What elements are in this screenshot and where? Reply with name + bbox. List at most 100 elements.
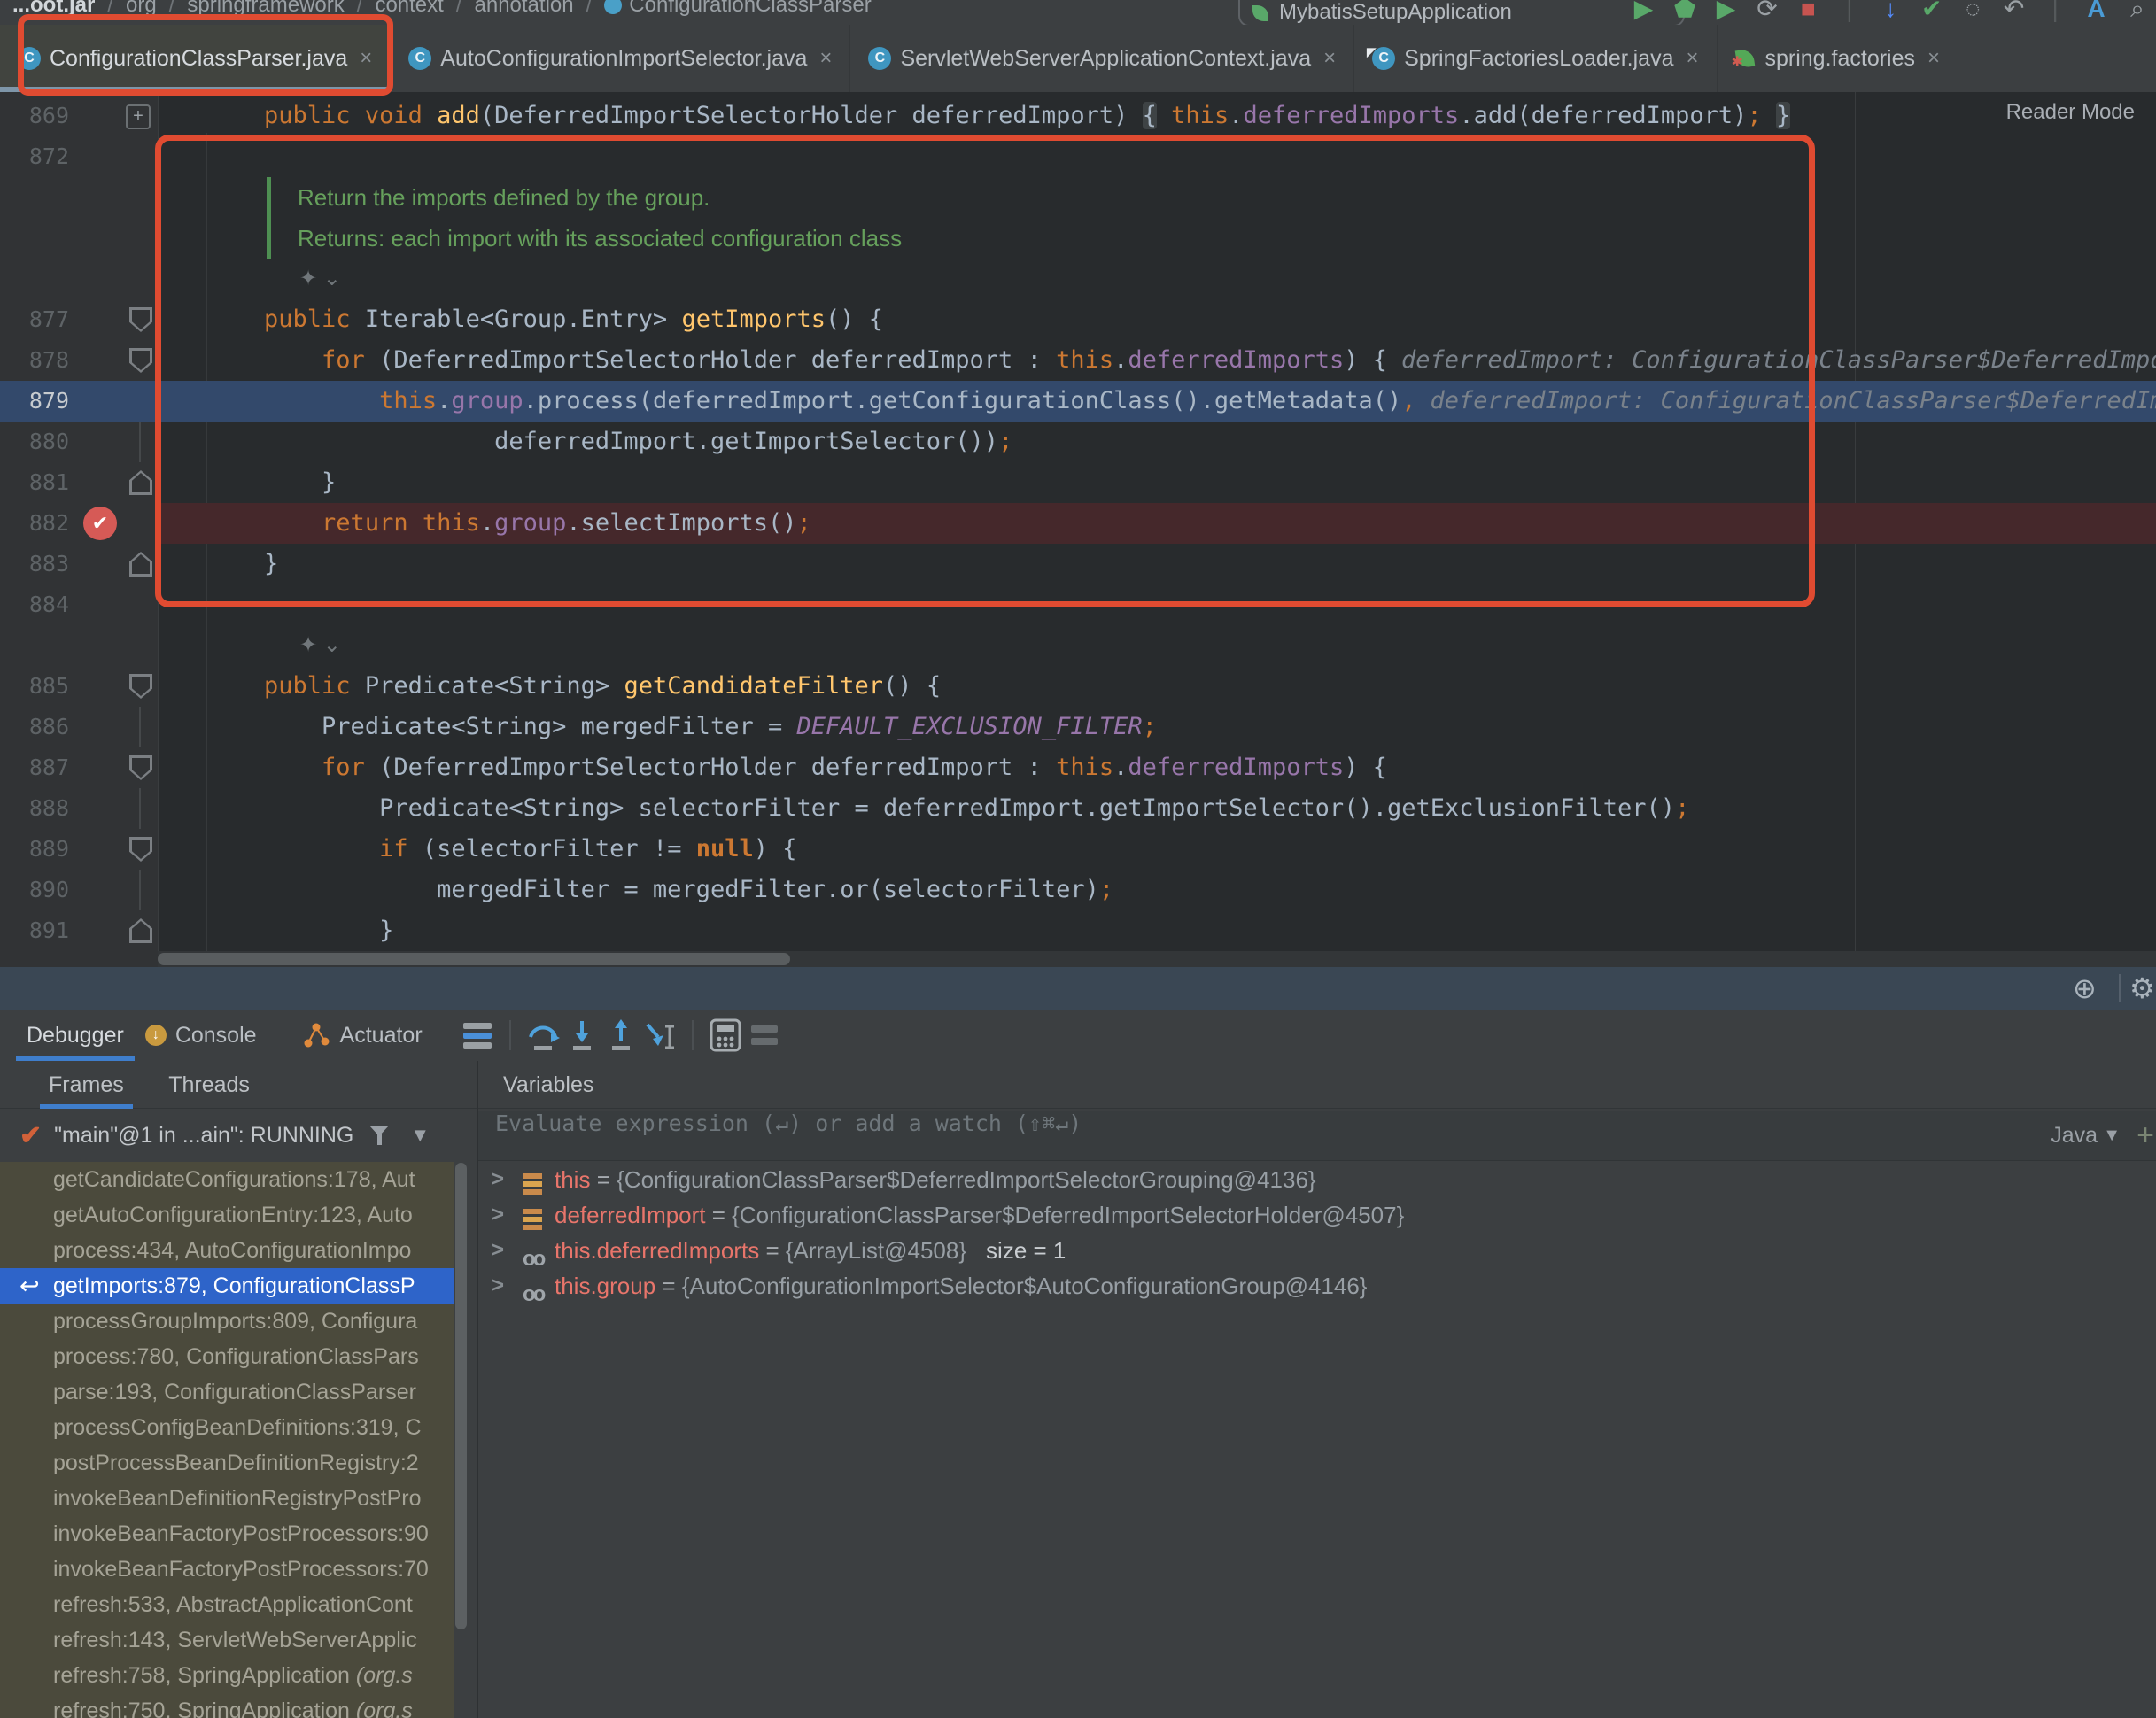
- filter-funnel-icon[interactable]: [369, 1124, 391, 1147]
- variable-row[interactable]: >oothis.group = {AutoConfigurationImport…: [478, 1268, 2156, 1304]
- fold-marker-icon[interactable]: [129, 837, 152, 862]
- tab-actuator[interactable]: Actuator: [291, 1010, 433, 1061]
- line-number[interactable]: 889: [0, 829, 69, 870]
- close-icon[interactable]: ×: [819, 46, 832, 71]
- code-line[interactable]: 877 public Iterable<Group.Entry> getImpo…: [0, 299, 2156, 340]
- editor-tab[interactable]: CServletWebServerApplicationContext.java…: [850, 25, 1354, 92]
- code-line[interactable]: 882✔ return this.group.selectImports();: [0, 503, 2156, 544]
- search-icon[interactable]: ⌕: [2119, 0, 2156, 25]
- fold-expand-icon[interactable]: +: [126, 104, 151, 129]
- code-line[interactable]: 881 }: [0, 462, 2156, 503]
- inlay-hint-icon[interactable]: ✦ ⌄: [299, 259, 341, 299]
- frame-row[interactable]: process:434, AutoConfigurationImpo: [0, 1233, 454, 1268]
- tab-console[interactable]: ↓ Console: [135, 1010, 268, 1061]
- hide-window-icon[interactable]: ⊕: [2073, 967, 2097, 1010]
- code-line[interactable]: 888 Predicate<String> selectorFilter = d…: [0, 788, 2156, 829]
- code-line[interactable]: 891 }: [0, 910, 2156, 951]
- frame-row[interactable]: invokeBeanFactoryPostProcessors:70: [0, 1552, 454, 1587]
- frame-row[interactable]: getCandidateConfigurations:178, Aut: [0, 1162, 454, 1197]
- expand-chevron-icon[interactable]: >: [492, 1162, 504, 1197]
- frame-row[interactable]: refresh:143, ServletWebServerApplic: [0, 1622, 454, 1658]
- code-line[interactable]: Return the imports defined by the group.: [0, 177, 2156, 218]
- line-number[interactable]: 886: [0, 707, 69, 747]
- breadcrumb-segment[interactable]: ConfigurationClassParser: [629, 0, 871, 17]
- horizontal-scrollbar[interactable]: [158, 951, 2156, 967]
- restart-button[interactable]: ⟳: [1749, 0, 1786, 25]
- line-number[interactable]: 869: [0, 96, 69, 136]
- chevron-down-icon[interactable]: ▼: [2103, 1111, 2121, 1160]
- step-into-icon[interactable]: [562, 1016, 601, 1055]
- breakpoint-icon[interactable]: ✔: [83, 507, 117, 540]
- debug-button[interactable]: ⬟: [1666, 0, 1703, 25]
- add-watch-button[interactable]: +: [2137, 1111, 2154, 1160]
- rollback-button[interactable]: ↶: [1996, 0, 2033, 25]
- reader-mode-toggle[interactable]: Reader Mode: [2006, 92, 2135, 133]
- fold-marker-icon[interactable]: [129, 552, 152, 577]
- breadcrumb-segment[interactable]: org: [126, 0, 157, 17]
- line-number[interactable]: 887: [0, 747, 69, 788]
- line-number[interactable]: 882: [0, 503, 69, 544]
- line-number[interactable]: 884: [0, 584, 69, 625]
- tab-debugger[interactable]: Debugger: [16, 1010, 135, 1061]
- code-line[interactable]: 872: [0, 136, 2156, 177]
- thread-selector[interactable]: ✔ "main"@1 in ...ain": RUNNING ▼: [0, 1111, 477, 1160]
- step-over-icon[interactable]: [523, 1016, 562, 1055]
- evaluate-expression-icon[interactable]: [706, 1016, 745, 1055]
- fold-marker-icon[interactable]: [129, 470, 152, 495]
- evaluate-expression-input[interactable]: Evaluate expression (↵) or add a watch (…: [478, 1111, 2156, 1161]
- breadcrumb-segment[interactable]: context: [375, 0, 443, 17]
- inlay-hint-icon[interactable]: ✦ ⌄: [299, 625, 341, 666]
- fold-marker-icon[interactable]: [129, 755, 152, 780]
- code-editor[interactable]: 869+ public void add(DeferredImportSelec…: [0, 92, 2156, 967]
- editor-tab[interactable]: CConfigurationClassParser.java×: [0, 25, 391, 92]
- code-line[interactable]: 885 public Predicate<String> getCandidat…: [0, 666, 2156, 707]
- gear-icon[interactable]: ⚙: [2129, 967, 2155, 1010]
- run-button[interactable]: ▶: [1625, 0, 1663, 25]
- variables-list[interactable]: >this = {ConfigurationClassParser$Deferr…: [478, 1162, 2156, 1718]
- chevron-down-icon[interactable]: ▼: [410, 1124, 430, 1147]
- step-out-icon[interactable]: [601, 1016, 640, 1055]
- commit-button[interactable]: ✔: [1913, 0, 1950, 25]
- fold-marker-icon[interactable]: [129, 307, 152, 332]
- frame-row[interactable]: refresh:758, SpringApplication (org.s: [0, 1658, 454, 1693]
- line-number[interactable]: 883: [0, 544, 69, 584]
- line-number[interactable]: 877: [0, 299, 69, 340]
- breadcrumb[interactable]: ...oot.jar/org/springframework/context/a…: [12, 0, 872, 18]
- frame-row[interactable]: getAutoConfigurationEntry:123, Auto: [0, 1197, 454, 1233]
- frame-row[interactable]: postProcessBeanDefinitionRegistry:2: [0, 1445, 454, 1481]
- code-line[interactable]: 869+ public void add(DeferredImportSelec…: [0, 96, 2156, 136]
- frame-row[interactable]: refresh:533, AbstractApplicationCont: [0, 1587, 454, 1622]
- frame-row[interactable]: processGroupImports:809, Configura: [0, 1304, 454, 1339]
- run-to-cursor-icon[interactable]: [640, 1016, 679, 1055]
- code-line[interactable]: 887 for (DeferredImportSelectorHolder de…: [0, 747, 2156, 788]
- close-icon[interactable]: ×: [1927, 46, 1940, 71]
- expand-chevron-icon[interactable]: >: [492, 1268, 504, 1304]
- variable-row[interactable]: >this = {ConfigurationClassParser$Deferr…: [478, 1162, 2156, 1197]
- run-configuration-select[interactable]: MybatisSetupApplication: [1238, 0, 1685, 25]
- code-line[interactable]: 886 Predicate<String> mergedFilter = DEF…: [0, 707, 2156, 747]
- code-line[interactable]: 879 this.group.process(deferredImport.ge…: [0, 381, 2156, 422]
- code-line[interactable]: 878 for (DeferredImportSelectorHolder de…: [0, 340, 2156, 381]
- code-line[interactable]: ✦ ⌄: [0, 625, 2156, 666]
- code-line[interactable]: 889 if (selectorFilter != null) {: [0, 829, 2156, 870]
- code-line[interactable]: Returns: each import with its associated…: [0, 218, 2156, 259]
- tab-threads[interactable]: Threads: [168, 1061, 250, 1109]
- frame-row[interactable]: processConfigBeanDefinitions:319, C: [0, 1410, 454, 1445]
- coverage-run-button[interactable]: ▶: [1707, 0, 1744, 25]
- fold-marker-icon[interactable]: [129, 674, 152, 699]
- breadcrumb-segment[interactable]: annotation: [475, 0, 574, 17]
- history-button[interactable]: ◌: [1954, 0, 1991, 25]
- line-number[interactable]: 891: [0, 910, 69, 951]
- code-line[interactable]: ✦ ⌄: [0, 259, 2156, 299]
- line-number[interactable]: 890: [0, 870, 69, 910]
- frames-scrollbar[interactable]: [455, 1163, 467, 1629]
- code-line[interactable]: 880 deferredImport.getImportSelector());: [0, 422, 2156, 462]
- layout-settings-icon[interactable]: [458, 1016, 497, 1055]
- annotate-button[interactable]: A: [2078, 0, 2115, 25]
- code-line[interactable]: 890 mergedFilter = mergedFilter.or(selec…: [0, 870, 2156, 910]
- line-number[interactable]: 885: [0, 666, 69, 707]
- breadcrumb-segment[interactable]: ...oot.jar: [12, 0, 95, 17]
- stop-button[interactable]: ■: [1789, 0, 1826, 25]
- frame-row[interactable]: refresh:750, SpringApplication (org.s: [0, 1693, 454, 1718]
- frame-row[interactable]: parse:193, ConfigurationClassParser: [0, 1374, 454, 1410]
